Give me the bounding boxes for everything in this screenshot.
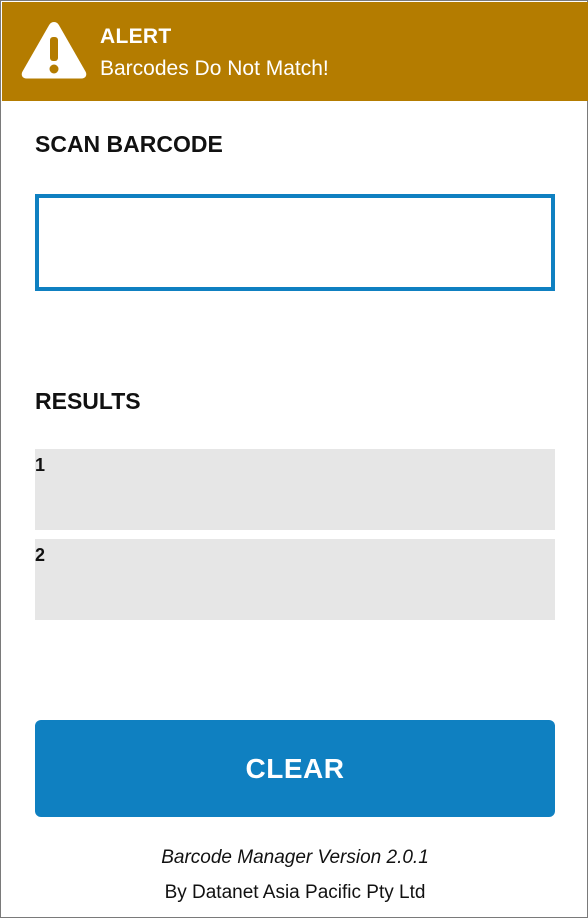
clear-button[interactable]: CLEAR [35, 720, 555, 817]
result-row-1: 1 [35, 449, 555, 530]
barcode-input[interactable] [35, 194, 555, 291]
alert-title: ALERT [100, 25, 172, 48]
result-index: 2 [35, 545, 46, 565]
warning-triangle-icon [20, 20, 88, 80]
alert-message: Barcodes Do Not Match! [100, 57, 329, 80]
result-index: 1 [35, 455, 46, 475]
alert-text: ALERT Barcodes Do Not Match! [100, 24, 329, 84]
app-screen: ALERT Barcodes Do Not Match! SCAN BARCOD… [0, 0, 588, 918]
result-row-2: 2 [35, 539, 555, 620]
scan-barcode-heading: SCAN BARCODE [35, 131, 223, 157]
app-version-label: Barcode Manager Version 2.0.1 [161, 847, 429, 868]
alert-banner: ALERT Barcodes Do Not Match! [2, 2, 588, 101]
results-heading: RESULTS [35, 388, 141, 414]
company-label: By Datanet Asia Pacific Pty Ltd [164, 882, 426, 903]
